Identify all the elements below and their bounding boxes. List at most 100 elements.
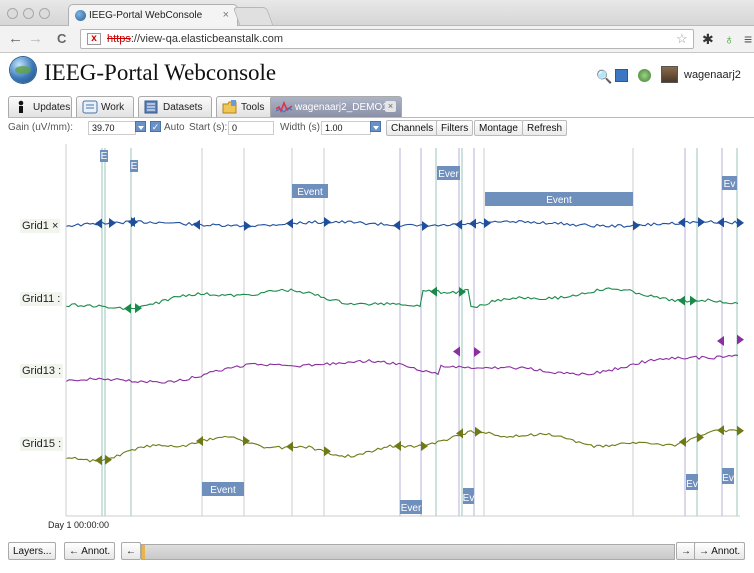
annotation-marker [737, 425, 744, 436]
prev-page-button[interactable]: ← [121, 542, 141, 560]
annotation-marker [737, 217, 744, 228]
event-marker: Ever [437, 166, 460, 180]
annotation-marker [679, 436, 686, 447]
person-icon [14, 100, 28, 113]
time-scrollbar[interactable] [141, 544, 675, 560]
menu-icon[interactable]: ≡ [744, 31, 752, 47]
datasets-icon [144, 100, 158, 114]
tab-updates[interactable]: Updates [8, 96, 72, 117]
document-icon [82, 100, 98, 114]
new-tab-button[interactable] [232, 7, 274, 25]
event-marker: Ever [400, 500, 422, 514]
channel-label-grid11[interactable]: Grid11 : [20, 292, 63, 306]
annotation-marker [698, 217, 705, 228]
close-tab-icon[interactable]: × [223, 9, 229, 21]
tab-label: Datasets [163, 102, 203, 113]
channel-label-grid13[interactable]: Grid13 : [20, 364, 64, 378]
bottom-navigation: Layers... ← Annot. ← → → Annot. [8, 542, 754, 562]
annotation-marker [109, 218, 116, 229]
search-icon[interactable]: 🔍 [596, 69, 612, 85]
event-label: Event [546, 195, 572, 206]
annotation-marker [95, 218, 102, 229]
annotation-marker [678, 217, 685, 228]
refresh-button[interactable]: Refresh [522, 120, 568, 136]
eeg-traces-svg[interactable]: E E Event Ever Event Ev Event Ever Ev Ev Ev [0, 140, 754, 540]
tab-strip-divider [8, 117, 754, 118]
gain-dropdown-icon[interactable] [135, 121, 146, 132]
annotation-marker [633, 220, 640, 231]
viewer-toolbar: Gain (uV/mm): 39.70 ✓ Auto Start (s): 0 … [8, 119, 754, 138]
tab-label: Tools [241, 102, 265, 113]
start-input[interactable]: 0 [228, 121, 274, 135]
annotation-marker [196, 436, 203, 447]
next-page-button[interactable]: → [676, 542, 696, 560]
annotation-marker [124, 303, 131, 314]
globe-icon[interactable] [638, 69, 651, 82]
tab-dataset-viewer[interactable]: wagenaarj2_DEMO10 × [270, 96, 402, 117]
annotation-marker [394, 440, 401, 451]
auto-checkbox[interactable]: ✓ [150, 121, 161, 132]
address-bar[interactable]: x https://view-qa.elasticbeanstalk.com [80, 29, 694, 49]
scrollbar-thumb[interactable] [142, 545, 145, 559]
tab-tools[interactable]: Tools [216, 96, 274, 117]
event-label: Ev [722, 473, 734, 484]
annotation-marker [244, 220, 251, 231]
channels-button[interactable]: Channels [386, 120, 439, 136]
reload-button[interactable]: C [57, 30, 66, 48]
app-header: IEEG-Portal Webconsole 🔍 wagenaarj2 [0, 53, 754, 95]
folder-tools-icon [222, 100, 237, 114]
annotation-marker [135, 303, 142, 314]
event-label: Ev [463, 493, 475, 504]
annotation-marker [453, 346, 460, 357]
annotation-marker [421, 441, 428, 452]
close-tab-icon[interactable]: × [385, 101, 396, 112]
back-button[interactable]: ← [8, 30, 23, 48]
channel-label-grid15[interactable]: Grid15 : [20, 437, 64, 451]
browser-tab-bar: IEEG-Portal WebConsole × [0, 0, 754, 26]
width-label: Width (s): [280, 122, 323, 133]
width-input[interactable]: 1.00 [321, 121, 371, 135]
annotation-marker [324, 217, 331, 228]
annotation-marker [717, 336, 724, 347]
eeg-trace-grid15 [65, 428, 739, 463]
tab-datasets[interactable]: Datasets [138, 96, 212, 117]
bookmark-star-icon[interactable]: ☆ [676, 31, 688, 47]
annotation-marker [697, 432, 704, 443]
gain-label: Gain (uV/mm): [8, 122, 74, 133]
annotation-marker [95, 455, 102, 466]
close-window-icon[interactable] [7, 8, 18, 19]
gain-input[interactable]: 39.70 [88, 121, 136, 135]
event-label: Ev [686, 479, 698, 490]
event-marker: Event [485, 192, 633, 206]
annotation-marker [678, 295, 685, 306]
prev-annotation-button[interactable]: ← Annot. [64, 542, 116, 560]
width-dropdown-icon[interactable] [370, 121, 381, 132]
event-label: Ev [724, 179, 736, 190]
browser-tab[interactable]: IEEG-Portal WebConsole × [68, 4, 238, 26]
eeg-plot[interactable]: E E Event Ever Event Ev Event Ever Ev Ev Ev Grid1 … [0, 140, 754, 540]
montage-button[interactable]: Montage [474, 120, 523, 136]
extension-icon[interactable]: ♁ [724, 31, 735, 47]
layers-button[interactable]: Layers... [8, 542, 57, 560]
forward-button[interactable]: → [28, 30, 43, 48]
zoom-window-icon[interactable] [39, 8, 50, 19]
tab-label: Work [101, 102, 125, 113]
annotation-marker [243, 435, 250, 446]
event-label: E [131, 161, 138, 172]
avatar[interactable] [661, 66, 678, 83]
event-marker: Event [292, 184, 328, 198]
username[interactable]: wagenaarj2 [684, 69, 741, 81]
annotation-marker [422, 220, 429, 231]
event-label: Event [297, 187, 323, 198]
annotation-marker [286, 441, 293, 452]
settings-gear-icon[interactable]: ✱ [702, 31, 714, 47]
filters-button[interactable]: Filters [436, 120, 474, 136]
channel-label-grid1[interactable]: Grid1 × [20, 219, 61, 233]
minimize-window-icon[interactable] [23, 8, 34, 19]
next-annotation-button[interactable]: → Annot. [694, 542, 746, 560]
url-host: ://view-qa.elasticbeanstalk.com [130, 33, 284, 45]
tab-work[interactable]: Work [76, 96, 134, 117]
annotation-marker [430, 286, 437, 297]
save-icon[interactable] [615, 69, 628, 82]
auto-label: Auto [164, 122, 185, 133]
